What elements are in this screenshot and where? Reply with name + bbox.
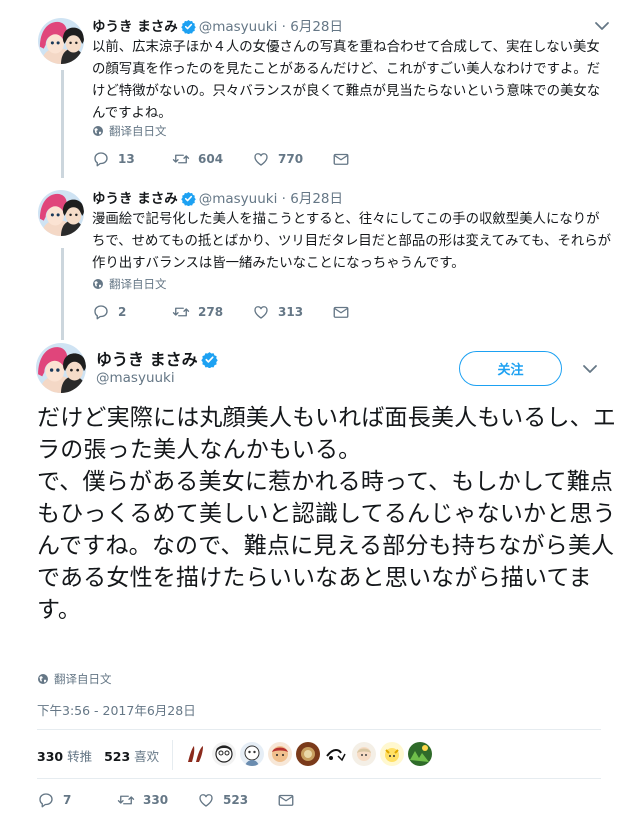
reply-button[interactable]: 2 [92,303,172,321]
translate-label: 翻译自日文 [109,124,167,138]
reply-button[interactable]: 7 [37,791,117,809]
reply-count: 13 [118,152,135,166]
liker-avatar-9[interactable] [408,742,432,766]
verified-icon [181,191,196,206]
retweet-stat-count: 330 [37,749,64,764]
retweet-button[interactable]: 604 [172,150,252,168]
like-button[interactable]: 523 [197,791,277,809]
like-count: 523 [223,793,249,807]
liker-avatar-4[interactable] [268,742,292,766]
main-author-name[interactable]: ゆうき まさみ [96,346,221,370]
retweet-count: 330 [143,793,169,807]
follow-button[interactable]: 关注 [459,351,562,386]
globe-icon [92,278,104,290]
divider [37,778,601,779]
dm-icon [277,791,295,809]
globe-icon [92,125,104,137]
separator-dot: · [281,191,286,207]
like-stat-count: 523 [104,749,131,764]
like-stat-label: 喜欢 [134,749,160,764]
liker-avatar-6[interactable] [324,742,348,766]
avatar-image [38,18,84,64]
reply-button[interactable]: 13 [92,150,172,168]
tweet-date[interactable]: 6月28日 [290,19,343,35]
tweet-actions: 13 604 770 [92,150,350,168]
reply-count: 7 [63,793,72,807]
translate-label: 翻译自日文 [109,277,167,291]
tweet-text: 以前、広末涼子ほか４人の女優さんの写真を重ね合わせて合成して、実在しない美女の顔… [92,40,601,121]
chevron-down-icon[interactable] [581,363,599,375]
tweet[interactable]: ゆうき まさみ @masyuuki · 6月28日 以前、広末涼子ほか４人の女優さ… [0,8,637,178]
translate-link[interactable]: 翻译自日文 [92,276,167,292]
stats-separator [172,740,173,770]
retweet-icon [172,303,190,321]
chevron-down-icon[interactable] [593,20,611,32]
main-tweet-text-content: だけど実際には丸顔美人もいれば面長美人もいるし、エラの張った美人なんかもいる。 … [37,405,617,623]
like-button[interactable]: 770 [252,150,332,168]
avatar[interactable] [38,190,84,236]
tweet-text: 漫画絵で記号化した美人を描こうとすると、往々にしてこの手の収斂型美人になりがちで… [92,212,612,271]
reply-icon [92,303,110,321]
liker-avatar-8[interactable] [380,742,404,766]
translate-link[interactable]: 翻译自日文 [37,671,112,687]
like-count: 313 [278,305,304,319]
liker-avatar-2[interactable] [212,742,236,766]
like-count: 770 [278,152,304,166]
main-avatar[interactable] [36,343,86,393]
author-handle[interactable]: @masyuuki [199,191,278,207]
retweet-count: 278 [198,305,224,319]
liker-avatar-7[interactable] [352,742,376,766]
tweet-header: ゆうき まさみ @masyuuki · 6月28日 [92,187,343,207]
separator-dot: · [281,19,286,35]
dm-button[interactable] [332,303,350,321]
author-name[interactable]: ゆうき まさみ [92,191,178,207]
reply-count: 2 [118,305,127,319]
main-author-handle[interactable]: @masyuuki [96,370,175,386]
retweet-stat[interactable]: 330 转推 [37,746,92,765]
tweet-stats: 330 转推 523 喜欢 [37,746,159,765]
like-icon [252,150,270,168]
tweet-header: ゆうき まさみ @masyuuki · 6月28日 [92,15,343,35]
retweet-icon [172,150,190,168]
translate-label: 翻译自日文 [54,672,112,686]
dm-icon [332,150,350,168]
tweet-actions: 2 278 313 [92,303,350,321]
avatar[interactable] [38,18,84,64]
tweet[interactable]: ゆうき まさみ @masyuuki · 6月28日 漫画絵で記号化した美人を描こう… [0,180,637,330]
dm-button[interactable] [332,150,350,168]
dm-icon [332,303,350,321]
verified-icon [201,351,218,368]
divider [37,729,601,730]
like-icon [252,303,270,321]
dm-button[interactable] [277,791,295,809]
liker-avatars [184,742,432,766]
retweet-button[interactable]: 278 [172,303,252,321]
liker-avatar-3[interactable] [240,742,264,766]
liker-avatar-1[interactable] [184,742,208,766]
author-handle[interactable]: @masyuuki [199,19,278,35]
globe-icon [37,673,49,685]
author-name[interactable]: ゆうき まさみ [92,19,178,35]
like-button[interactable]: 313 [252,303,332,321]
retweet-stat-label: 转推 [67,749,93,764]
tweet-timestamp[interactable]: 下午3:56 - 2017年6月28日 [37,700,196,719]
author-name: ゆうき まさみ [96,350,198,369]
avatar-image [36,343,86,393]
translate-link[interactable]: 翻译自日文 [92,123,167,139]
like-stat[interactable]: 523 喜欢 [104,746,159,765]
retweet-count: 604 [198,152,224,166]
retweet-button[interactable]: 330 [117,791,197,809]
reply-icon [92,150,110,168]
main-tweet-text: だけど実際には丸顔美人もいれば面長美人もいるし、エラの張った美人なんかもいる。 … [37,402,617,626]
liker-avatar-5[interactable] [296,742,320,766]
reply-icon [37,791,55,809]
like-icon [197,791,215,809]
tweet-actions: 7 330 523 [37,791,295,809]
retweet-icon [117,791,135,809]
avatar-image [38,190,84,236]
tweet-date[interactable]: 6月28日 [290,191,343,207]
verified-icon [181,19,196,34]
